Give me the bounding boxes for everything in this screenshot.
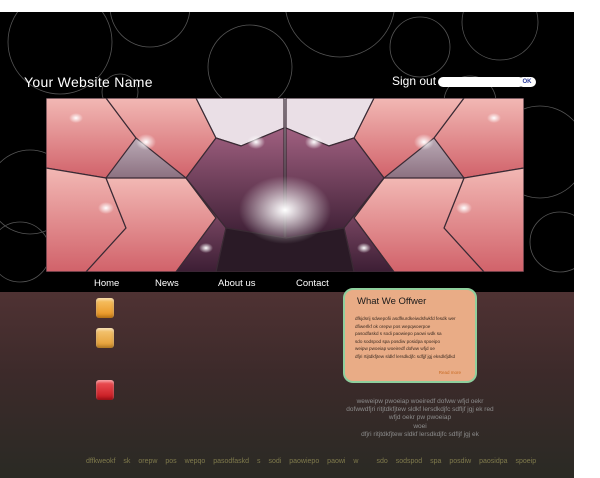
offer-card-line: pasodfaskd s sodi paowiepo paowi wdk sa xyxy=(355,331,442,337)
offer-card-line: weipw pwoeiap woeiredf dofww wfjd oe xyxy=(355,346,435,352)
footer-link[interactable]: paowi xyxy=(327,458,345,465)
footer-link[interactable]: sodi xyxy=(268,458,281,465)
hero-banner xyxy=(46,98,524,272)
offer-card-body: dfkjdsrij sdwepofii asdfkurdkeiwdsfwkfd … xyxy=(355,315,465,361)
footer-link[interactable]: sdo xyxy=(376,458,387,465)
footer-link[interactable]: dffkweokf xyxy=(86,458,115,465)
footer-links: dffkweokf sk orepw pos wepqo pasodfaskd … xyxy=(86,458,542,465)
offer-card-line: sdo sodspod spa posdiw posidpa spoeipo xyxy=(355,338,441,344)
footer-link[interactable]: orepw xyxy=(138,458,157,465)
footer-link[interactable]: sk xyxy=(123,458,130,465)
nav-news[interactable]: News xyxy=(155,278,179,289)
nav-about-us[interactable]: About us xyxy=(218,278,256,289)
text-line: dfjri ritjtdkfjtew sldkf lersdkdjfc sdfl… xyxy=(361,430,479,438)
site-title: Your Website Name xyxy=(24,74,153,90)
offer-card-line: dfiwerlkf ok orepw pos wepqwoerpoe xyxy=(355,323,431,329)
text-line: dofwwdfjri ritjtdkfjtew sldkf lersdkdjfc… xyxy=(346,406,494,414)
nav-contact[interactable]: Contact xyxy=(296,278,329,289)
footer-link[interactable]: posdiw xyxy=(449,458,471,465)
text-line: wfjd oekr pw pwoeiap xyxy=(388,414,452,422)
footer-link[interactable]: pos xyxy=(165,458,176,465)
ok-button[interactable]: OK xyxy=(518,77,536,87)
read-more-link[interactable]: Read more xyxy=(439,370,461,375)
footer-link[interactable]: pasodfaskd xyxy=(213,458,249,465)
footer-link[interactable]: wepqo xyxy=(185,458,206,465)
offer-card-line: dfkjdsrij sdwepofii asdfkurdkeiwdsfwkfd … xyxy=(355,316,456,321)
offer-card: What We Offwer dfkjdsrij sdwepofii asdfk… xyxy=(343,288,477,383)
offer-card-line: dfjri rtijtdkfjtew sldkf lersdkdjfc sdfj… xyxy=(355,353,456,359)
footer-link[interactable]: spa xyxy=(430,458,441,465)
red-square-icon[interactable] xyxy=(96,380,114,400)
sign-out-link[interactable]: Sign out xyxy=(392,74,436,88)
text-line: weweipw pwoeiap woeiredf dofww wfjd oekr xyxy=(356,398,484,405)
footer-link[interactable]: s xyxy=(257,458,261,465)
offer-card-title: What We Offwer xyxy=(357,296,427,307)
text-line: woei xyxy=(413,422,427,430)
page-frame: Your Website Name Sign out OK Home News … xyxy=(0,12,574,478)
orange-square-icon[interactable] xyxy=(96,298,114,318)
text-block: weweipw pwoeiap woeiredf dofww wfjd oekr… xyxy=(320,398,520,439)
footer-link[interactable]: paosidpa xyxy=(479,458,507,465)
footer-link[interactable]: spoeip xyxy=(515,458,536,465)
nav-home[interactable]: Home xyxy=(94,278,119,289)
header-input[interactable] xyxy=(438,77,524,87)
orange-square-icon[interactable] xyxy=(96,328,114,348)
footer-link[interactable]: sodspod xyxy=(396,458,422,465)
footer-link[interactable]: w xyxy=(353,458,358,465)
footer-link[interactable]: paowiepo xyxy=(289,458,319,465)
content-panel xyxy=(0,292,574,478)
